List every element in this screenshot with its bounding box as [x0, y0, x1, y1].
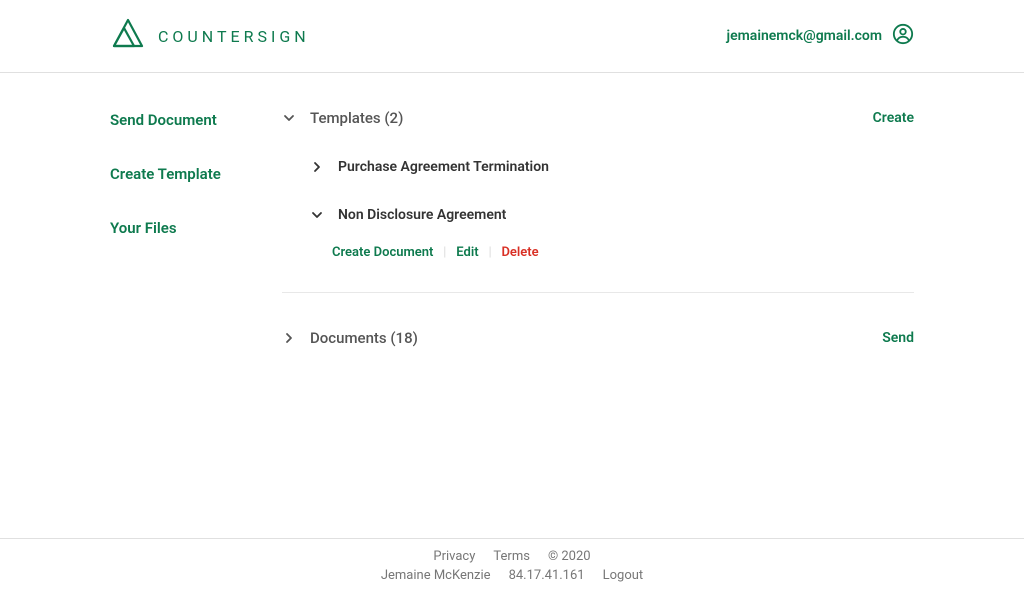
main-content: Send Document Create Template Your Files…	[0, 73, 1024, 355]
send-document-button[interactable]: Send	[882, 330, 914, 346]
brand-logo-icon	[110, 18, 146, 54]
documents-toggle[interactable]: Documents (18)	[282, 329, 418, 347]
footer-row-links: Privacy Terms © 2020	[0, 549, 1024, 564]
user-avatar-icon	[892, 23, 914, 49]
terms-link[interactable]: Terms	[493, 549, 530, 564]
template-name: Non Disclosure Agreement	[338, 207, 506, 223]
templates-toggle[interactable]: Templates (2)	[282, 109, 403, 127]
footer-row-session: Jemaine McKenzie 84.17.41.161 Logout	[0, 568, 1024, 583]
template-item: Non Disclosure Agreement Create Document…	[310, 207, 914, 260]
documents-title: Documents (18)	[310, 329, 418, 347]
create-template-button[interactable]: Create	[873, 110, 914, 126]
templates-section-header: Templates (2) Create	[282, 101, 914, 135]
copyright-text: © 2020	[548, 549, 591, 564]
logout-link[interactable]: Logout	[603, 568, 644, 583]
brand-name: COUNTERSIGN	[158, 27, 310, 46]
chevron-right-icon	[310, 160, 324, 174]
section-divider	[282, 292, 914, 293]
documents-section-header: Documents (18) Send	[282, 321, 914, 355]
content-area: Templates (2) Create Purchase Agreement …	[282, 101, 914, 355]
user-email: jemainemck@gmail.com	[727, 28, 882, 44]
template-toggle[interactable]: Purchase Agreement Termination	[310, 159, 914, 175]
template-toggle[interactable]: Non Disclosure Agreement	[310, 207, 914, 223]
templates-title: Templates (2)	[310, 109, 403, 127]
action-divider: |	[489, 245, 492, 260]
template-item: Purchase Agreement Termination	[310, 159, 914, 175]
sidebar-item-create-template[interactable]: Create Template	[110, 165, 282, 183]
sidebar-item-your-files[interactable]: Your Files	[110, 219, 282, 237]
app-header: COUNTERSIGN jemainemck@gmail.com	[0, 0, 1024, 73]
template-actions: Create Document | Edit | Delete	[310, 245, 914, 260]
chevron-down-icon	[282, 111, 296, 125]
delete-template-button[interactable]: Delete	[501, 245, 538, 260]
app-footer: Privacy Terms © 2020 Jemaine McKenzie 84…	[0, 538, 1024, 597]
footer-ip-address: 84.17.41.161	[509, 568, 585, 583]
chevron-down-icon	[310, 208, 324, 222]
chevron-right-icon	[282, 331, 296, 345]
user-menu[interactable]: jemainemck@gmail.com	[727, 23, 914, 49]
brand-logo-group[interactable]: COUNTERSIGN	[110, 18, 310, 54]
sidebar-item-send-document[interactable]: Send Document	[110, 111, 282, 129]
privacy-link[interactable]: Privacy	[433, 549, 475, 564]
sidebar-nav: Send Document Create Template Your Files	[110, 101, 282, 355]
action-divider: |	[443, 245, 446, 260]
template-name: Purchase Agreement Termination	[338, 159, 549, 175]
edit-template-button[interactable]: Edit	[456, 245, 478, 260]
templates-list: Purchase Agreement Termination Non Discl…	[282, 159, 914, 260]
create-document-button[interactable]: Create Document	[332, 245, 433, 260]
footer-user-name: Jemaine McKenzie	[381, 568, 491, 583]
